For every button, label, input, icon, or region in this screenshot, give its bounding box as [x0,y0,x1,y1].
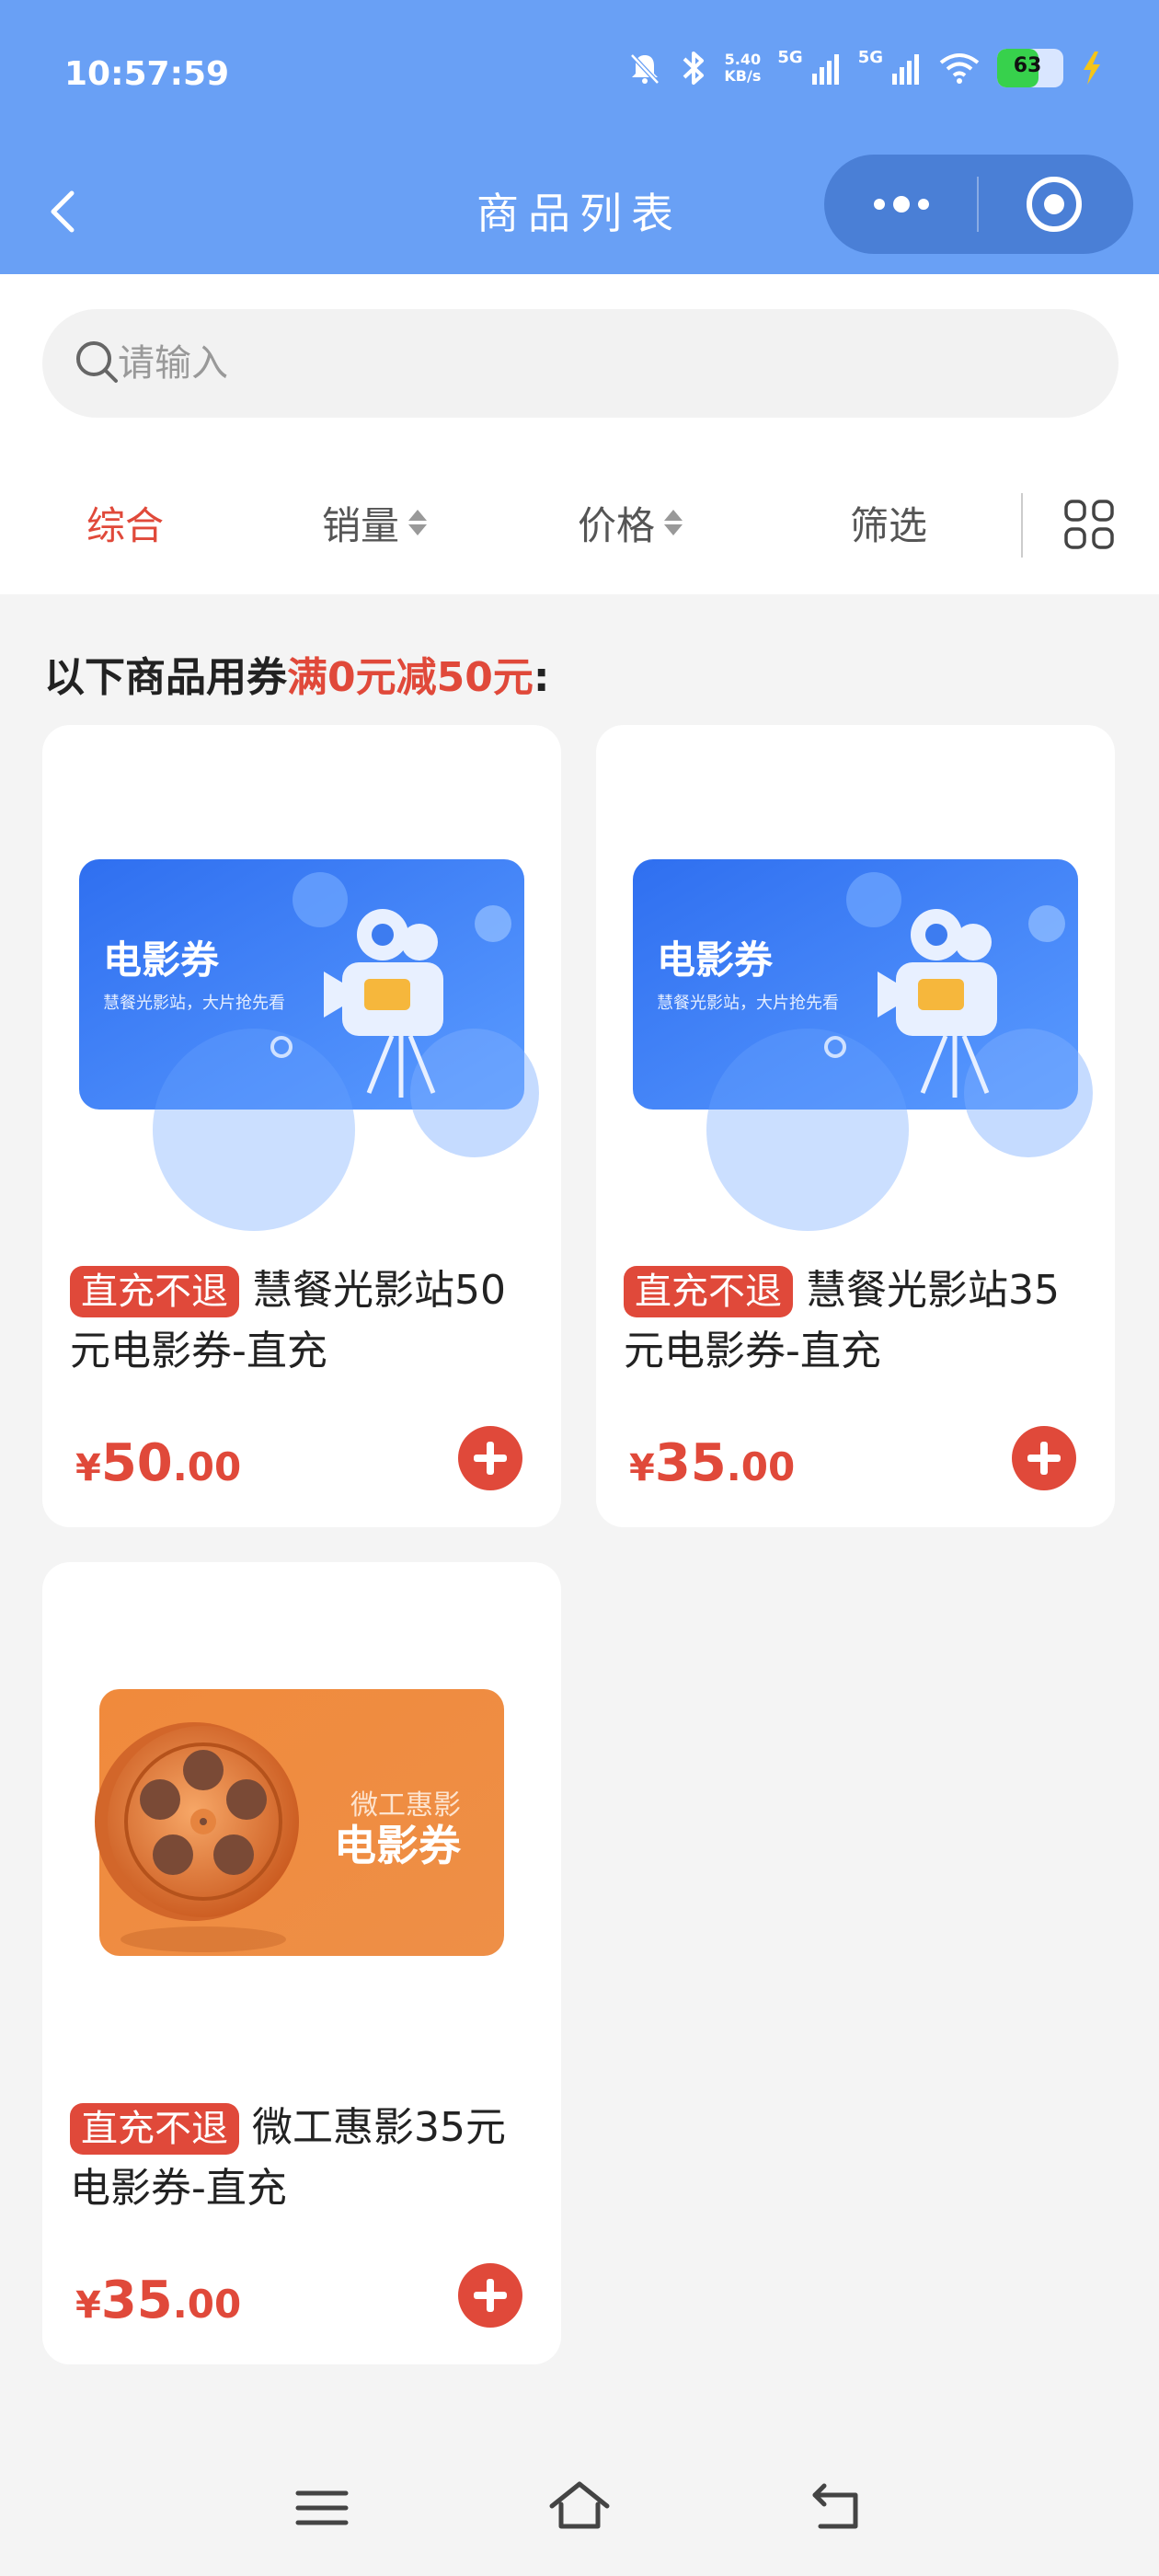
search-input[interactable] [118,309,1038,418]
status-icons: 5.40 KB/s 5G 5G 63 [626,48,1104,88]
grid-view-icon [1064,500,1114,549]
signal-2-label: 5G [857,47,883,67]
search-filter-panel: 综合 销量 价格 筛选 [0,274,1159,594]
banner-title: 电影券 [103,937,220,983]
product-price: ¥50.00 [75,1433,241,1493]
product-card[interactable]: 电影券 慧餐光影站，大片抢先看 直充不退 慧餐光影站35元电影券-直充 ¥35.0… [596,725,1115,1527]
bluetooth-icon [683,52,705,85]
product-price: ¥35.00 [75,2271,241,2330]
price-integer: 35 [654,1433,727,1493]
banner-title: 电影券 [657,937,774,983]
price-decimal: .00 [172,1444,242,1489]
layout-toggle-button[interactable] [1063,499,1115,550]
system-back-button[interactable] [800,2471,874,2545]
banner-title: 电影券 [334,1821,462,1870]
product-title: 直充不退 慧餐光影站50元电影券-直充 [70,1260,539,1382]
coupon-note-prefix: 以下商品用券 [44,654,287,701]
tab-price[interactable]: 价格 [578,477,683,569]
signal-2-icon [892,54,919,85]
sort-arrows-icon [408,510,428,535]
tab-sales-label: 销量 [322,502,400,548]
tab-filter[interactable]: 筛选 [850,477,927,569]
product-tag: 直充不退 [70,2103,239,2155]
banner-brand: 微工惠影 [350,1789,461,1822]
network-speed-value: 5.40 [724,51,762,68]
battery-indicator: 63 [997,49,1063,87]
product-price: ¥35.00 [629,1433,795,1493]
banner-subtitle: 慧餐光影站，大片抢先看 [657,994,839,1013]
header: 10:57:59 5.40 KB/s 5G 5G 63 商品列表 [0,0,1159,274]
nav-bar: 商品列表 [0,155,1159,274]
price-currency: ¥ [629,1447,655,1489]
coupon-note-suffix: : [533,654,550,701]
more-button[interactable] [824,155,979,254]
search-bar [42,309,1119,418]
network-speed: 5.40 KB/s [724,52,761,85]
coupon-note: 以下商品用券满0元减50元: [44,644,549,703]
system-nav-bar [0,2438,1159,2576]
price-integer: 50 [100,1433,173,1493]
add-to-cart-button[interactable] [458,1426,522,1490]
signal-1-icon [811,54,839,85]
sort-filter-bar: 综合 销量 价格 筛选 [0,477,1159,569]
search-icon [76,341,118,383]
coupon-note-highlight: 满0元减50元 [287,654,534,701]
tab-sales[interactable]: 销量 [322,477,428,569]
battery-level: 63 [1013,54,1042,77]
price-integer: 35 [100,2271,173,2330]
price-currency: ¥ [75,1447,101,1489]
status-time: 10:57:59 [64,55,230,93]
return-icon [812,2483,858,2529]
product-title: 直充不退 微工惠影35元电影券-直充 [70,2098,539,2219]
wifi-icon [939,53,980,84]
status-bar: 10:57:59 5.40 KB/s 5G 5G 63 [0,0,1159,155]
product-card[interactable]: 微工惠影 电影券 直充不退 微工惠影35元电影券-直充 ¥35.00 [42,1562,561,2364]
price-decimal: .00 [726,1444,796,1489]
add-to-cart-button[interactable] [1012,1426,1076,1490]
add-to-cart-button[interactable] [458,2263,522,2328]
banner-subtitle: 慧餐光影站，大片抢先看 [103,994,285,1013]
price-decimal: .00 [172,2282,242,2327]
home-icon [549,2481,610,2529]
more-dots-icon [874,196,929,213]
menu-icon [295,2490,349,2525]
mini-program-capsule [824,155,1133,254]
tab-comprehensive[interactable]: 综合 [86,477,164,569]
target-circle-icon [1027,177,1082,232]
network-speed-unit: KB/s [724,67,762,85]
product-tag: 直充不退 [624,1266,793,1317]
tab-price-label: 价格 [578,502,656,548]
close-miniprogram-button[interactable] [979,155,1133,254]
charging-icon [1084,52,1100,85]
price-currency: ¥ [75,2284,101,2327]
page: 10:57:59 5.40 KB/s 5G 5G 63 商品列表 请输入 综合 … [0,0,1159,2576]
product-image: 电影券 慧餐光影站，大片抢先看 [79,859,539,1231]
sort-arrows-icon [664,510,683,535]
recent-apps-button[interactable] [285,2471,359,2545]
product-title: 直充不退 慧餐光影站35元电影券-直充 [624,1260,1093,1382]
filter-divider [1021,493,1023,558]
tab-comprehensive-label: 综合 [86,502,165,548]
home-button[interactable] [543,2471,616,2545]
product-image: 电影券 慧餐光影站，大片抢先看 [633,859,1093,1231]
product-image: 微工惠影 电影券 [95,1689,504,1956]
bell-muted-icon [630,53,660,85]
tab-filter-label: 筛选 [850,502,928,548]
product-tag: 直充不退 [70,1266,239,1317]
signal-1-label: 5G [777,47,803,67]
product-card[interactable]: 电影券 慧餐光影站，大片抢先看 直充不退 慧餐光影站50元电影券-直充 ¥50.0… [42,725,561,1527]
